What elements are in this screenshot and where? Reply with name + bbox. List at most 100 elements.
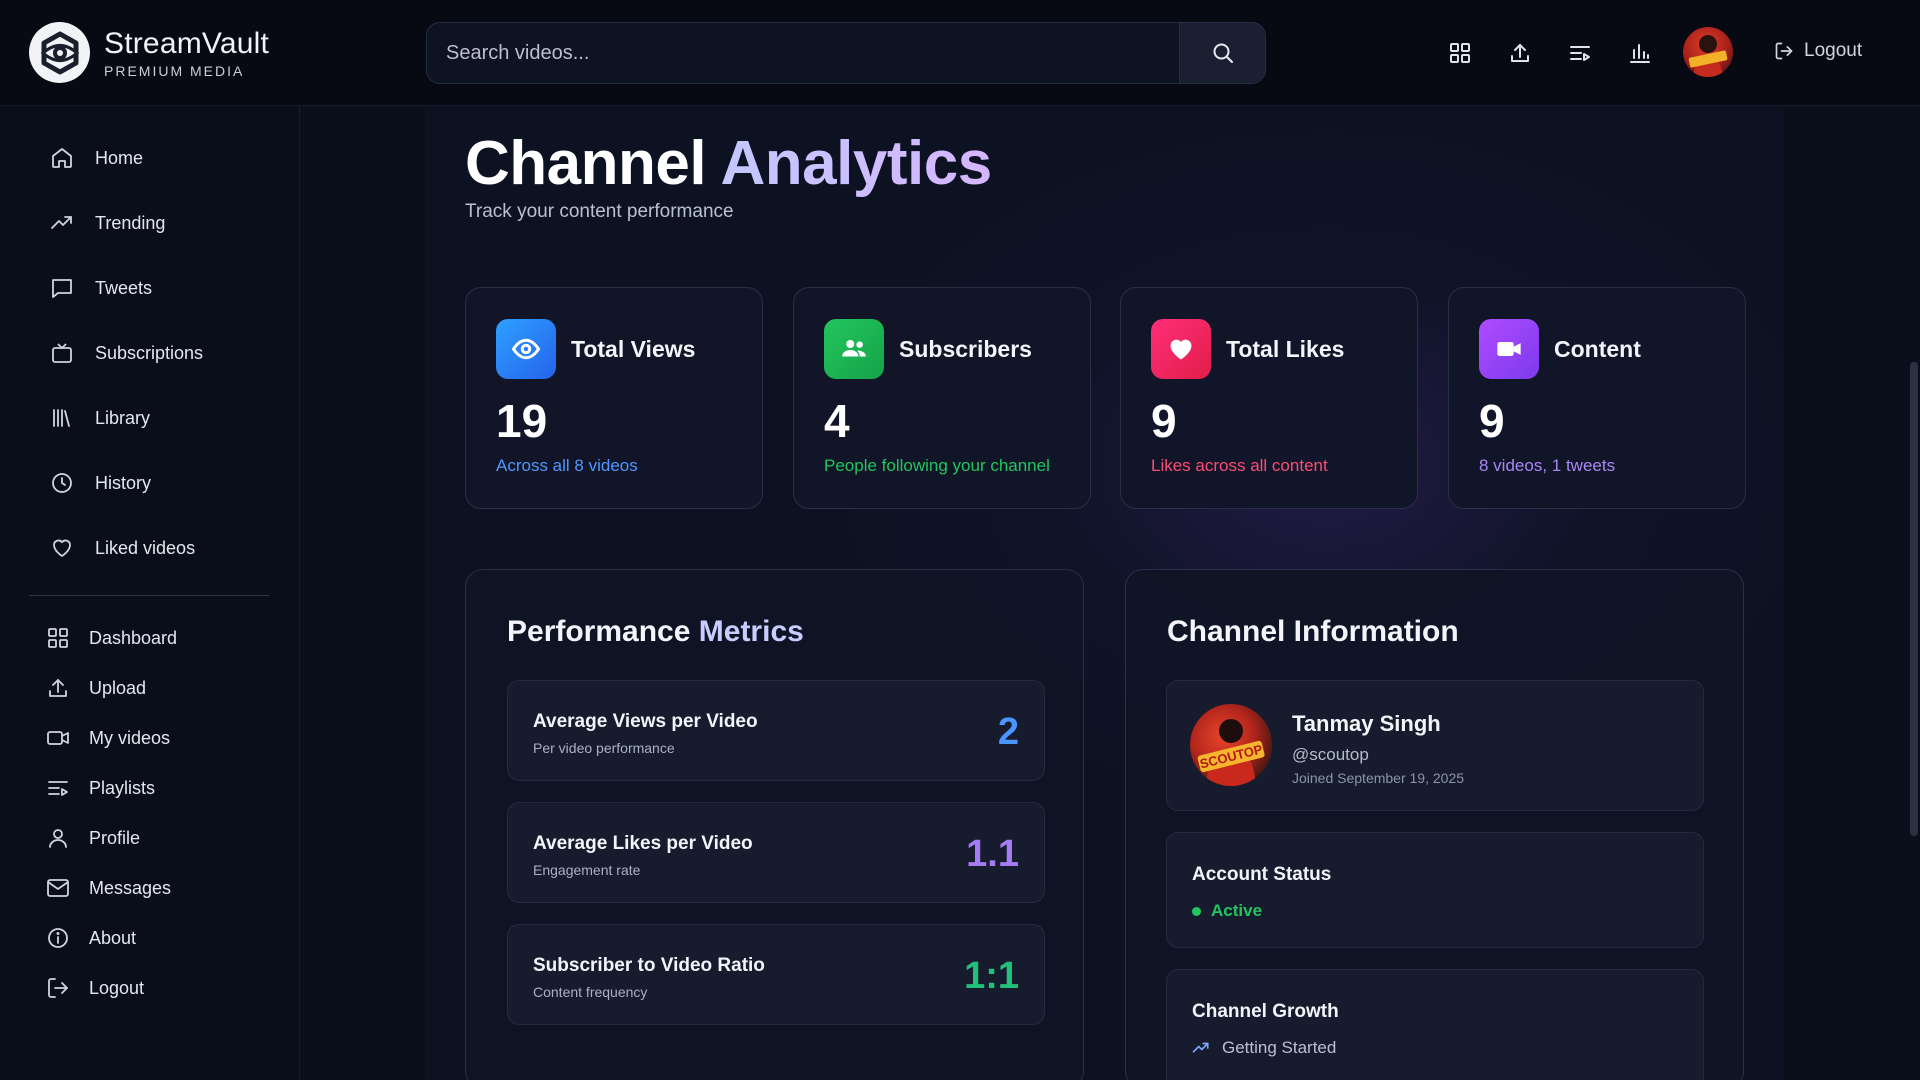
- app-logo[interactable]: StreamVault PREMIUM MEDIA: [29, 22, 269, 83]
- heart-icon: [48, 534, 76, 562]
- playlists-icon: [1570, 46, 1590, 61]
- sidebar-item-logout[interactable]: Logout: [44, 974, 144, 1002]
- sidebar-item-upload[interactable]: Upload: [44, 674, 146, 702]
- logout-button[interactable]: Logout: [1774, 40, 1862, 62]
- metric-avg-views: Average Views per Video Per video perfor…: [507, 680, 1045, 781]
- dashboard-icon: [44, 624, 72, 652]
- library-icon: [48, 404, 76, 432]
- channel-growth-value: Getting Started: [1222, 1038, 1337, 1057]
- sidebar-item-label: Logout: [89, 977, 145, 998]
- search-bar: [426, 22, 1266, 84]
- page-title-main: Channel: [465, 129, 707, 198]
- sidebar-item-messages[interactable]: Messages: [44, 874, 171, 902]
- search-input[interactable]: [427, 23, 1179, 83]
- metric-avg-likes: Average Likes per Video Engagement rate …: [507, 802, 1045, 903]
- stat-card-total-views: Total Views 19 Across all 8 videos: [465, 287, 763, 509]
- scrollbar[interactable]: [1908, 107, 1920, 1080]
- metric-value: 2: [997, 711, 1019, 753]
- upload-button[interactable]: [1500, 33, 1540, 73]
- panel-title: Channel Information: [1167, 615, 1459, 648]
- sidebar-item-label: Home: [95, 147, 144, 168]
- sidebar-item-library[interactable]: Library: [48, 404, 150, 432]
- stat-value: 9: [1151, 395, 1177, 447]
- eye-icon: [496, 319, 556, 379]
- metric-value: 1:1: [964, 955, 1019, 997]
- sidebar-item-trending[interactable]: Trending: [48, 209, 165, 237]
- app-name: StreamVault: [104, 26, 270, 60]
- sidebar-item-subscriptions[interactable]: Subscriptions: [48, 339, 203, 367]
- metric-subtitle: Per video performance: [533, 740, 675, 756]
- status-dot-icon: [1192, 906, 1201, 916]
- dashboard-button[interactable]: [1440, 33, 1480, 73]
- trending-icon: [1192, 1042, 1209, 1053]
- page-subtitle: Track your content performance: [465, 201, 734, 222]
- stat-subtext: Likes across all content: [1151, 456, 1328, 475]
- channel-name: Tanmay Singh: [1292, 711, 1441, 736]
- stat-card-content: Content 9 8 videos, 1 tweets: [1448, 287, 1746, 509]
- channel-growth-card: Channel Growth Getting Started: [1166, 969, 1704, 1080]
- account-status-value: Active: [1211, 901, 1263, 920]
- stat-label: Subscribers: [899, 336, 1032, 362]
- stat-subtext: 8 videos, 1 tweets: [1479, 456, 1616, 475]
- sidebar-item-label: Messages: [89, 877, 172, 898]
- top-bar: StreamVault PREMIUM MEDIA Logou: [0, 0, 1920, 106]
- stat-label: Total Views: [571, 336, 696, 362]
- search-button[interactable]: [1179, 23, 1265, 83]
- status-badge: Active: [1192, 901, 1262, 921]
- about-icon: [44, 924, 72, 952]
- scrollbar-thumb[interactable]: [1910, 362, 1918, 836]
- metric-subscriber-ratio: Subscriber to Video Ratio Content freque…: [507, 924, 1045, 1025]
- sidebar-item-dashboard[interactable]: Dashboard: [44, 624, 177, 652]
- channel-joined-date: Joined September 19, 2025: [1292, 770, 1465, 786]
- user-avatar[interactable]: [1683, 27, 1733, 77]
- metric-subtitle: Engagement rate: [533, 862, 641, 878]
- metric-value: 1.1: [966, 833, 1019, 875]
- sidebar-item-label: Dashboard: [89, 627, 178, 648]
- metric-subtitle: Content frequency: [533, 984, 648, 1000]
- panel-title: Performance Metrics: [507, 615, 804, 649]
- sidebar-item-tweets[interactable]: Tweets: [48, 274, 152, 302]
- sidebar-item-liked-videos[interactable]: Liked videos: [48, 534, 195, 562]
- sidebar-item-playlists[interactable]: Playlists: [44, 774, 155, 802]
- metric-title: Subscriber to Video Ratio: [533, 955, 765, 976]
- history-icon: [48, 469, 76, 497]
- heart-icon: [1151, 319, 1211, 379]
- channel-growth-label: Channel Growth: [1192, 1001, 1339, 1022]
- page-title: Channel Analytics: [465, 128, 992, 199]
- users-icon: [824, 319, 884, 379]
- sidebar: Home Trending Tweets Subscriptions Libra…: [0, 106, 300, 1080]
- metric-title: Average Likes per Video: [533, 833, 753, 854]
- stat-value: 19: [496, 395, 548, 447]
- channel-avatar[interactable]: SCOUTOP: [1190, 704, 1272, 786]
- sidebar-item-label: About: [89, 927, 137, 948]
- sidebar-item-my-videos[interactable]: My videos: [44, 724, 170, 752]
- sidebar-item-about[interactable]: About: [44, 924, 136, 952]
- performance-metrics-panel: Performance Metrics Average Views per Vi…: [465, 569, 1084, 1080]
- stat-card-subscribers: Subscribers 4 People following your chan…: [793, 287, 1091, 509]
- sidebar-item-label: Upload: [89, 677, 147, 698]
- profile-icon: [44, 824, 72, 852]
- stat-subtext: People following your channel: [824, 456, 1050, 475]
- upload-icon: [44, 674, 72, 702]
- playlists-button[interactable]: [1560, 33, 1600, 73]
- stat-card-total-likes: Total Likes 9 Likes across all content: [1120, 287, 1418, 509]
- sidebar-item-profile[interactable]: Profile: [44, 824, 140, 852]
- bar-chart-icon: [1630, 44, 1650, 63]
- growth-status: Getting Started: [1192, 1038, 1336, 1058]
- metric-title: Average Views per Video: [533, 711, 758, 732]
- page-title-accent: Analytics: [720, 129, 993, 198]
- subscriptions-icon: [48, 339, 76, 367]
- playlists-icon: [44, 774, 72, 802]
- sidebar-divider: [29, 595, 269, 596]
- channel-profile-card[interactable]: SCOUTOP Tanmay Singh @scoutop Joined Sep…: [1166, 680, 1704, 811]
- sidebar-item-history[interactable]: History: [48, 469, 151, 497]
- logo-icon: [29, 22, 90, 83]
- stat-label: Total Likes: [1226, 336, 1345, 362]
- app-tagline: PREMIUM MEDIA: [104, 62, 245, 79]
- trending-icon: [48, 209, 76, 237]
- logout-icon: [44, 974, 72, 1002]
- panel-title-accent: Metrics: [698, 615, 804, 648]
- channel-handle: @scoutop: [1292, 745, 1369, 764]
- sidebar-item-home[interactable]: Home: [48, 144, 143, 172]
- analytics-button[interactable]: [1620, 33, 1660, 73]
